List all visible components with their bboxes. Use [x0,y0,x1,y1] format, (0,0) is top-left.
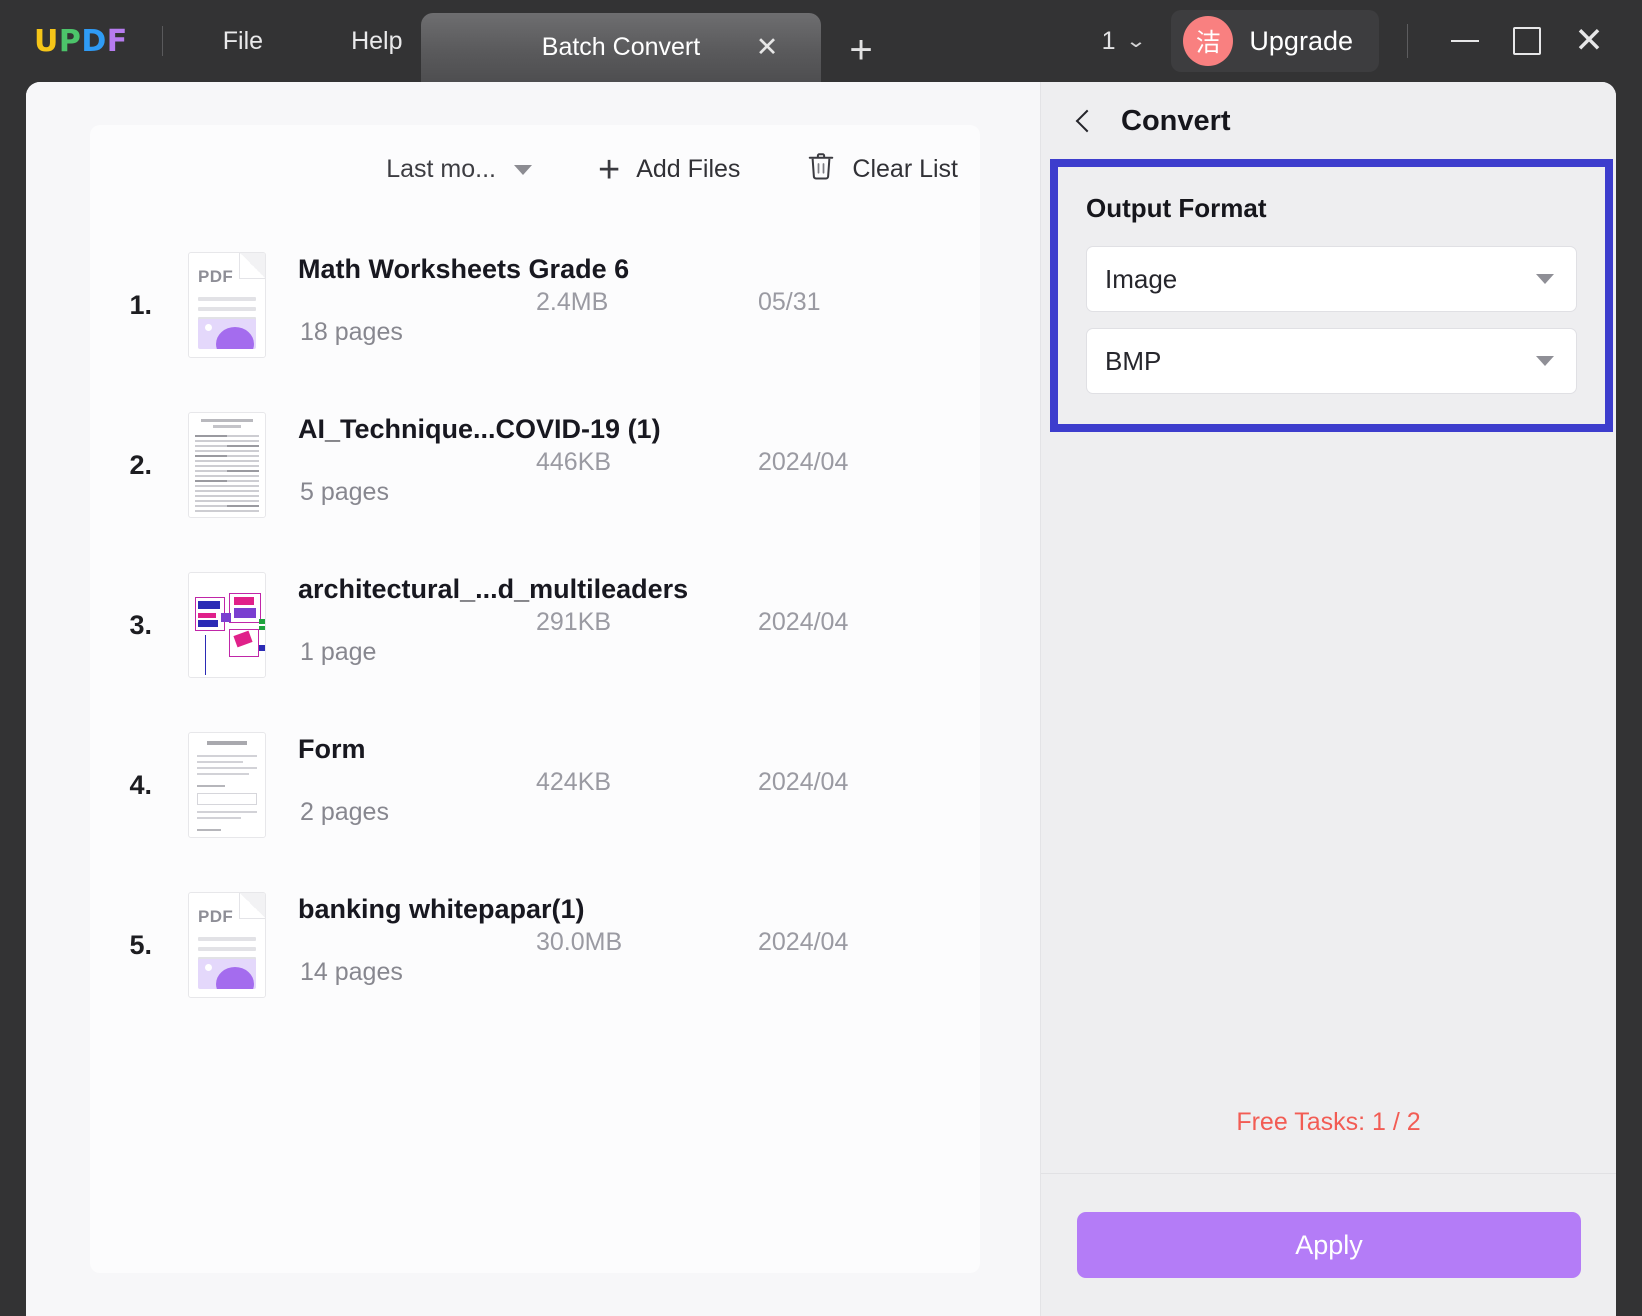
chevron-down-icon: ⌄ [1124,30,1147,52]
chevron-down-icon [513,164,532,175]
file-pages: 18 pages [300,318,403,346]
file-list-card: Last mo... + Add Files Clear List 1. PDF… [90,125,980,1273]
file-list-pane: Last mo... + Add Files Clear List 1. PDF… [26,82,1040,1316]
upgrade-button[interactable]: 洁 Upgrade [1171,10,1379,72]
row-index: 2. [129,449,152,480]
file-date: 05/31 [758,288,821,316]
clear-list-label: Clear List [852,155,958,183]
logo-letter-p: P [58,23,82,59]
tab-label: Batch Convert [541,33,701,61]
apply-button[interactable]: Apply [1077,1212,1581,1278]
minimize-icon[interactable] [1434,10,1496,72]
logo-letter-f: F [106,23,128,59]
window-close-icon[interactable]: ✕ [1558,10,1620,72]
plus-icon: + [597,148,621,191]
output-format-type-value: Image [1105,263,1178,294]
avatar: 洁 [1183,16,1234,66]
file-pages: 14 pages [300,958,403,986]
file-name: Form [298,734,366,764]
file-thumbnail-pdf-icon: PDF [188,252,266,358]
file-date: 2024/04 [758,608,849,636]
panel-divider [1041,1173,1616,1174]
add-files-button[interactable]: + Add Files [597,148,741,191]
clear-list-button[interactable]: Clear List [806,150,958,190]
chevron-down-icon [1536,356,1554,366]
sort-dropdown[interactable]: Last mo... [382,149,536,190]
file-date: 2024/04 [758,768,849,796]
file-size: 30.0MB [536,928,623,956]
file-pages: 2 pages [300,798,389,826]
updf-logo: U P D F [34,24,128,59]
row-index: 4. [129,769,152,800]
logo-letter-u: U [34,23,59,59]
file-date: 2024/04 [758,448,849,476]
output-format-type-select[interactable]: Image [1086,246,1577,312]
file-name: Math Worksheets Grade 6 [298,254,630,284]
trash-icon [806,150,836,190]
window-count-value: 1 [1101,26,1116,55]
file-thumbnail-form-icon [188,732,266,838]
chevron-down-icon [1536,274,1554,284]
file-thumbnail-pdf-icon: PDF [188,892,266,998]
row-index: 3. [129,609,152,640]
tab-close-icon[interactable]: ✕ [753,33,781,62]
logo-letter-d: D [81,23,107,59]
updf-application-window: U P D F File Help Batch Convert ✕ + 1 ⌄ … [0,0,1642,1316]
sort-dropdown-label: Last mo... [386,155,496,183]
file-date: 2024/04 [758,928,849,956]
body-area: Last mo... + Add Files Clear List 1. PDF… [26,82,1616,1316]
free-tasks-status: Free Tasks: 1 / 2 [1236,1108,1421,1136]
file-rows: 1. PDF Math Worksheets Grade 6 18 pages … [90,225,980,1025]
file-pages: 1 page [300,638,377,666]
file-size: 291KB [536,608,612,636]
list-toolbar: Last mo... + Add Files Clear List [382,149,958,190]
file-name: banking whitepapar(1) [298,894,585,924]
file-size: 446KB [536,448,612,476]
table-row[interactable]: 1. PDF Math Worksheets Grade 6 18 pages … [90,225,980,385]
tab-strip: Batch Convert ✕ + [421,13,883,82]
window-count-dropdown[interactable]: 1 ⌄ [1101,26,1147,56]
table-row[interactable]: 4. Form 2 pages 424KB 2024/04 [90,705,980,865]
file-thumbnail-cad-icon [188,572,266,678]
output-format-section: Output Format Image BMP [1050,159,1613,432]
row-index: 5. [129,929,152,960]
upgrade-label: Upgrade [1249,25,1353,56]
file-pages: 5 pages [300,478,389,506]
convert-panel-header: Convert [1041,82,1616,160]
title-divider [161,26,163,56]
menu-file[interactable]: File [203,21,283,62]
convert-settings-panel: Convert Output Format Image BMP Free Tas… [1040,82,1616,1316]
output-format-subtype-value: BMP [1105,345,1162,376]
page-title: Convert [1121,104,1231,137]
maximize-icon[interactable] [1496,10,1558,72]
menu-help[interactable]: Help [331,21,422,62]
table-row[interactable]: 2. AI_Technique...COVID-19 (1) 5 pages 4… [90,385,980,545]
file-thumbnail-paper-icon [188,412,266,518]
tab-batch-convert[interactable]: Batch Convert ✕ [421,13,821,82]
new-tab-plus-icon[interactable]: + [839,30,883,74]
add-files-label: Add Files [636,155,741,183]
window-controls-divider [1407,24,1408,58]
file-name: architectural_...d_multileaders [298,574,689,604]
output-format-subtype-select[interactable]: BMP [1086,328,1577,394]
titlebar-right-controls: 1 ⌄ 洁 Upgrade ✕ [1102,0,1642,82]
row-index: 1. [129,289,152,320]
chevron-left-icon[interactable] [1069,106,1099,136]
table-row[interactable]: 3. architectural_...d_multileaders 1 pag… [90,545,980,705]
file-size: 2.4MB [536,288,609,316]
file-size: 424KB [536,768,612,796]
output-format-label: Output Format [1086,193,1267,223]
table-row[interactable]: 5. PDF banking whitepapar(1) 14 pages 30… [90,865,980,1025]
file-name: AI_Technique...COVID-19 (1) [298,414,661,444]
